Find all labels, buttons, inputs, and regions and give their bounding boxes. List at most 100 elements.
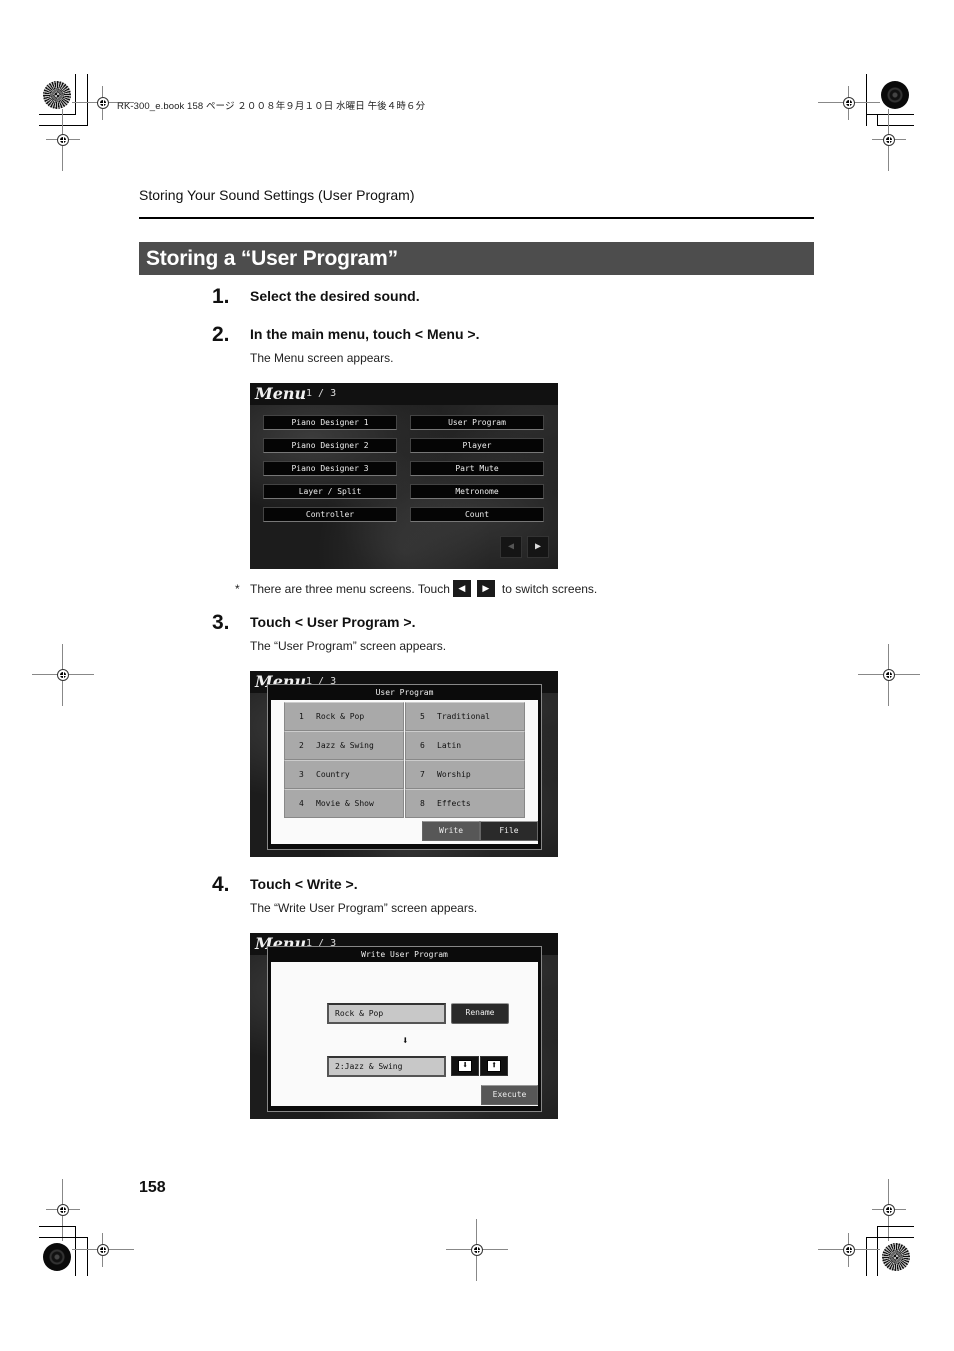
registration-mark: [446, 1219, 508, 1281]
destination-program-field: 2:Jazz & Swing: [327, 1056, 446, 1077]
user-program-screen: Menu 1 / 3 User Program 1 Rock & Pop 2 J…: [250, 671, 558, 857]
step-title: Select the desired sound.: [250, 288, 420, 304]
registration-mark: [46, 1179, 80, 1241]
menu-button-piano-designer-1[interactable]: Piano Designer 1: [263, 415, 397, 430]
step-note: The “Write User Program” screen appears.: [250, 901, 478, 915]
arrow-down-icon: ⬇: [458, 1060, 472, 1072]
file-button[interactable]: File: [480, 821, 538, 841]
program-name: Effects: [437, 799, 471, 808]
menu-button-metronome[interactable]: Metronome: [410, 484, 544, 499]
step-number: 3.: [212, 611, 230, 634]
menu-button-piano-designer-3[interactable]: Piano Designer 3: [263, 461, 397, 476]
crop-line: [866, 114, 914, 115]
program-slot[interactable]: 2 Jazz & Swing: [284, 731, 404, 760]
program-number: 7: [420, 770, 425, 779]
chevron-right-icon: ▶: [534, 541, 542, 552]
write-dialog: Write User Program Rock & Pop Rename ⬇ 2…: [267, 946, 542, 1112]
program-slot[interactable]: 5 Traditional: [405, 702, 525, 731]
section-title: Storing a “User Program”: [146, 247, 398, 270]
dialog-body: Rock & Pop Rename ⬇ 2:Jazz & Swing ⬇ ⬆ E…: [271, 962, 538, 1106]
menu-button-count[interactable]: Count: [410, 507, 544, 522]
program-name: Movie & Show: [316, 799, 374, 808]
arrow-down-icon: ⬇: [402, 1034, 409, 1047]
registration-disc: [882, 1243, 910, 1271]
write-button[interactable]: Write: [422, 821, 480, 841]
chevron-left-icon: ◀: [507, 541, 515, 552]
program-name: Latin: [437, 741, 462, 750]
prev-screen-button[interactable]: ◀: [500, 536, 522, 558]
destination-up-button[interactable]: ⬆: [480, 1056, 508, 1076]
menu-button-player[interactable]: Player: [410, 438, 544, 453]
step-number: 1.: [212, 285, 230, 308]
registration-mark: [818, 1233, 880, 1267]
crop-line: [75, 1226, 76, 1276]
program-name: Country: [316, 770, 350, 779]
footnote-marker: *: [235, 581, 240, 596]
crop-line: [866, 74, 867, 126]
program-name: Worship: [437, 770, 471, 779]
section-heading-bar: Storing a “User Program”: [139, 242, 814, 275]
dialog-body: 1 Rock & Pop 2 Jazz & Swing 3 Country 4 …: [271, 700, 538, 844]
program-slot[interactable]: 7 Worship: [405, 760, 525, 789]
destination-down-button[interactable]: ⬇: [451, 1056, 479, 1076]
header-rule: [139, 217, 814, 219]
dialog-title: Write User Program: [361, 950, 448, 959]
registration-mark: [72, 86, 134, 120]
execute-button[interactable]: Execute: [481, 1085, 538, 1105]
program-number: 6: [420, 741, 425, 750]
menu-button-layer-split[interactable]: Layer / Split: [263, 484, 397, 499]
registration-mark: [46, 109, 80, 171]
footnote: * There are three menu screens. Touch ◀ …: [235, 580, 597, 597]
menu-button-piano-designer-2[interactable]: Piano Designer 2: [263, 438, 397, 453]
next-screen-button[interactable]: ▶: [527, 536, 549, 558]
registration-disc: [881, 81, 909, 109]
program-number: 5: [420, 712, 425, 721]
program-number: 1: [299, 712, 304, 721]
crop-line: [39, 1237, 88, 1238]
crop-line: [877, 1226, 914, 1227]
step-number: 4.: [212, 873, 230, 896]
prev-arrow-icon: ◀: [452, 580, 471, 597]
step-title: Touch < User Program >.: [250, 614, 416, 630]
registration-mark: [872, 109, 906, 171]
program-slot[interactable]: 6 Latin: [405, 731, 525, 760]
menu-button-part-mute[interactable]: Part Mute: [410, 461, 544, 476]
crop-line: [866, 1237, 914, 1238]
registration-mark: [32, 644, 94, 706]
user-program-dialog: User Program 1 Rock & Pop 2 Jazz & Swing…: [267, 684, 542, 850]
crop-line: [877, 1226, 878, 1276]
menu-button-user-program[interactable]: User Program: [410, 415, 544, 430]
footnote-text-end: to switch screens.: [501, 581, 598, 596]
rename-button[interactable]: Rename: [451, 1003, 509, 1024]
dialog-title: User Program: [375, 688, 434, 697]
next-arrow-icon: ▶: [476, 580, 495, 597]
step-title: Touch < Write >.: [250, 876, 358, 892]
program-slot[interactable]: 1 Rock & Pop: [284, 702, 404, 731]
page-number: 158: [139, 1179, 166, 1196]
program-number: 8: [420, 799, 425, 808]
registration-disc: [43, 81, 71, 109]
write-user-program-screen: Menu 1 / 3 Write User Program Rock & Pop…: [250, 933, 558, 1119]
program-number: 2: [299, 741, 304, 750]
footnote-text: There are three menu screens. Touch: [250, 581, 450, 596]
program-slot[interactable]: 8 Effects: [405, 789, 525, 818]
program-slot[interactable]: 4 Movie & Show: [284, 789, 404, 818]
registration-mark: [872, 1179, 906, 1241]
source-program-field: Rock & Pop: [327, 1003, 446, 1024]
registration-mark: [818, 86, 880, 120]
registration-mark: [858, 644, 920, 706]
menu-button-controller[interactable]: Controller: [263, 507, 397, 522]
program-name: Jazz & Swing: [316, 741, 374, 750]
crop-line: [39, 1226, 76, 1227]
step-note: The “User Program” screen appears.: [250, 639, 447, 653]
registration-mark: [72, 1233, 134, 1267]
menu-page-indicator: 1 / 3: [306, 388, 337, 399]
crop-line: [866, 1237, 867, 1276]
crop-line: [75, 74, 76, 115]
registration-disc: [43, 1243, 71, 1271]
menu-logo: Menu: [255, 384, 307, 403]
program-number: 4: [299, 799, 304, 808]
program-slot[interactable]: 3 Country: [284, 760, 404, 789]
running-head: Storing Your Sound Settings (User Progra…: [139, 187, 415, 203]
program-name: Rock & Pop: [316, 712, 365, 721]
